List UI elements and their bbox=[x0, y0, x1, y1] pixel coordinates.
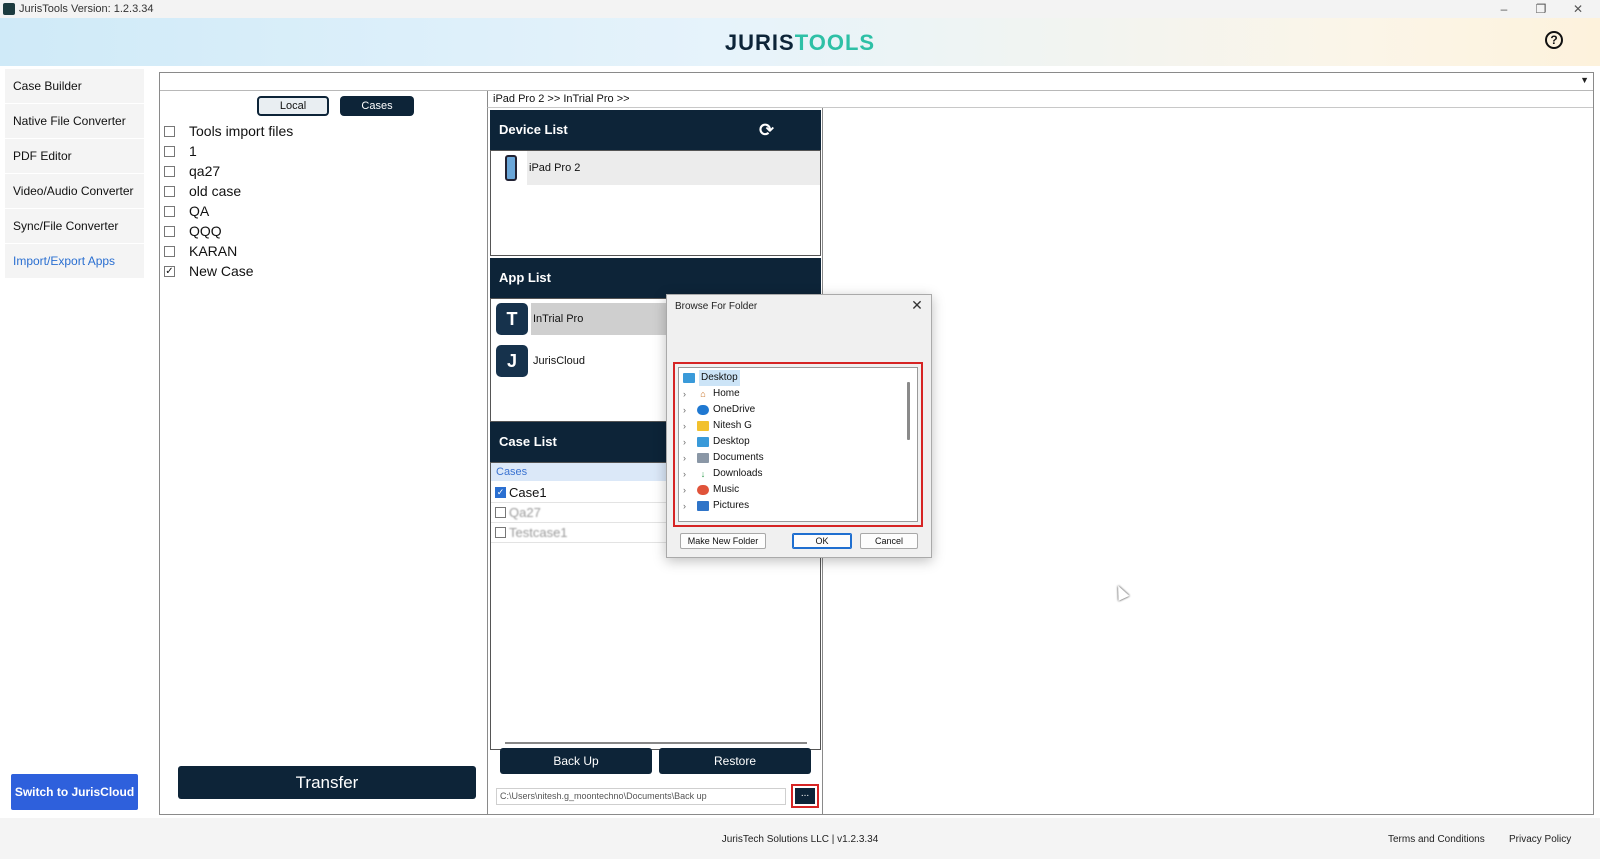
music-icon bbox=[697, 485, 709, 495]
sidebar: Case Builder Native File Converter PDF E… bbox=[0, 66, 150, 806]
back-up-button[interactable]: Back Up bbox=[500, 748, 652, 774]
checkbox[interactable] bbox=[164, 146, 175, 157]
checkbox[interactable] bbox=[164, 166, 175, 177]
help-icon[interactable]: ? bbox=[1545, 31, 1563, 49]
window-title: JurisTools Version: 1.2.3.34 bbox=[19, 3, 154, 15]
vertical-scrollbar[interactable] bbox=[907, 382, 910, 440]
device-label: iPad Pro 2 bbox=[527, 151, 820, 185]
tab-local[interactable]: Local bbox=[257, 96, 329, 116]
documents-icon bbox=[697, 453, 709, 463]
privacy-link[interactable]: Privacy Policy bbox=[1509, 834, 1571, 845]
browse-button-label: ... bbox=[795, 788, 815, 804]
horizontal-scrollbar[interactable] bbox=[505, 742, 807, 744]
chevron-right-icon[interactable]: › bbox=[683, 418, 691, 434]
case-label: old case bbox=[189, 183, 242, 199]
tab-cases[interactable]: Cases bbox=[340, 96, 414, 116]
desktop-folder-icon bbox=[697, 437, 709, 447]
chevron-right-icon[interactable]: › bbox=[683, 498, 691, 514]
refresh-icon[interactable]: ⟳ bbox=[759, 120, 779, 140]
sidebar-item-native-file-converter[interactable]: Native File Converter bbox=[5, 104, 144, 138]
desktop-folder-icon bbox=[683, 373, 695, 383]
chevron-down-icon: ▼ bbox=[1580, 75, 1589, 85]
case-label: qa27 bbox=[189, 163, 221, 179]
chevron-right-icon[interactable]: › bbox=[683, 386, 691, 402]
case-label: Qa27 bbox=[509, 505, 541, 520]
download-icon: ↓ bbox=[700, 469, 706, 479]
ipad-icon bbox=[505, 155, 517, 181]
case-label: Case1 bbox=[509, 485, 547, 500]
sidebar-item-case-builder[interactable]: Case Builder bbox=[5, 69, 144, 103]
checkbox[interactable] bbox=[164, 206, 175, 217]
app-list-title: App List bbox=[499, 270, 551, 285]
chevron-right-icon[interactable]: › bbox=[683, 450, 691, 466]
checkbox[interactable] bbox=[495, 527, 506, 538]
switch-to-juriscloud-button[interactable]: Switch to JurisCloud bbox=[11, 774, 138, 810]
cloud-icon bbox=[697, 405, 709, 415]
chevron-right-icon[interactable]: › bbox=[683, 466, 691, 482]
device-list-header: Device List ⟳ bbox=[490, 110, 821, 150]
home-icon: ⌂ bbox=[700, 389, 706, 399]
footer-company: JurisTech Solutions LLC | v1.2.3.34 bbox=[721, 834, 879, 845]
sidebar-item-sync-file-converter[interactable]: Sync/File Converter bbox=[5, 209, 144, 243]
window-title-bar: JurisTools Version: 1.2.3.34 – ❐ ✕ bbox=[0, 0, 1600, 18]
checkbox[interactable] bbox=[164, 226, 175, 237]
restore-button[interactable]: Restore bbox=[659, 748, 811, 774]
case-label: Tools import files bbox=[189, 123, 294, 139]
pictures-icon bbox=[697, 501, 709, 511]
footer: JurisTech Solutions LLC | v1.2.3.34 Term… bbox=[0, 818, 1600, 859]
make-new-folder-button[interactable]: Make New Folder bbox=[680, 533, 766, 549]
app-header: JURISTOOLS ? bbox=[0, 18, 1600, 66]
app-icon bbox=[3, 3, 15, 15]
chevron-right-icon[interactable]: › bbox=[683, 434, 691, 450]
terms-link[interactable]: Terms and Conditions bbox=[1388, 834, 1485, 845]
device-list: iPad Pro 2 bbox=[490, 150, 821, 256]
backup-path-input[interactable]: C:\Users\nitesh.g_moontechno\Documents\B… bbox=[496, 788, 786, 805]
sidebar-item-pdf-editor[interactable]: PDF Editor bbox=[5, 139, 144, 173]
checkbox[interactable] bbox=[164, 126, 175, 137]
checkbox[interactable] bbox=[164, 246, 175, 257]
ok-button[interactable]: OK bbox=[792, 533, 852, 549]
minimize-icon[interactable]: – bbox=[1486, 0, 1522, 18]
case-list-title: Case List bbox=[499, 434, 557, 449]
case-label: KARAN bbox=[189, 243, 238, 259]
top-dropdown[interactable]: ▼ bbox=[160, 73, 1593, 91]
chevron-right-icon[interactable]: › bbox=[683, 402, 691, 418]
browse-folder-button[interactable]: ... bbox=[791, 784, 819, 808]
sidebar-item-video-audio-converter[interactable]: Video/Audio Converter bbox=[5, 174, 144, 208]
restore-icon[interactable]: ❐ bbox=[1523, 0, 1559, 18]
case-label: Testcase1 bbox=[509, 525, 568, 540]
folder-tree[interactable]: Desktop › ⌂ Home › OneDrive › Nitesh G ›… bbox=[678, 367, 918, 522]
checkbox-checked[interactable]: ✓ bbox=[164, 266, 175, 277]
device-list-title: Device List bbox=[499, 122, 568, 137]
juriscloud-app-icon: J bbox=[496, 345, 528, 377]
browse-for-folder-dialog: Browse For Folder ✕ Desktop › ⌂ Home › O… bbox=[666, 294, 932, 558]
sidebar-item-import-export-apps[interactable]: Import/Export Apps bbox=[5, 244, 144, 278]
chevron-right-icon[interactable]: › bbox=[683, 482, 691, 498]
dialog-title: Browse For Folder bbox=[675, 301, 758, 312]
checkbox[interactable] bbox=[495, 507, 506, 518]
close-icon[interactable]: ✕ bbox=[909, 297, 925, 313]
transfer-button[interactable]: Transfer bbox=[178, 766, 476, 799]
cancel-button[interactable]: Cancel bbox=[860, 533, 918, 549]
case-label: 1 bbox=[189, 143, 197, 159]
close-icon[interactable]: ✕ bbox=[1560, 0, 1596, 18]
case-label: QQQ bbox=[189, 223, 222, 239]
folder-icon bbox=[697, 421, 709, 431]
case-label: New Case bbox=[189, 263, 254, 279]
device-item[interactable]: iPad Pro 2 bbox=[491, 151, 820, 185]
case-label: QA bbox=[189, 203, 210, 219]
app-list-header: App List bbox=[490, 258, 821, 298]
breadcrumb: iPad Pro 2 >> InTrial Pro >> bbox=[487, 91, 1593, 108]
intrial-pro-app-icon: T bbox=[496, 303, 528, 335]
checkbox[interactable] bbox=[164, 186, 175, 197]
checkbox-checked[interactable]: ✓ bbox=[495, 487, 506, 498]
juristools-logo: JURISTOOLS bbox=[724, 30, 876, 55]
